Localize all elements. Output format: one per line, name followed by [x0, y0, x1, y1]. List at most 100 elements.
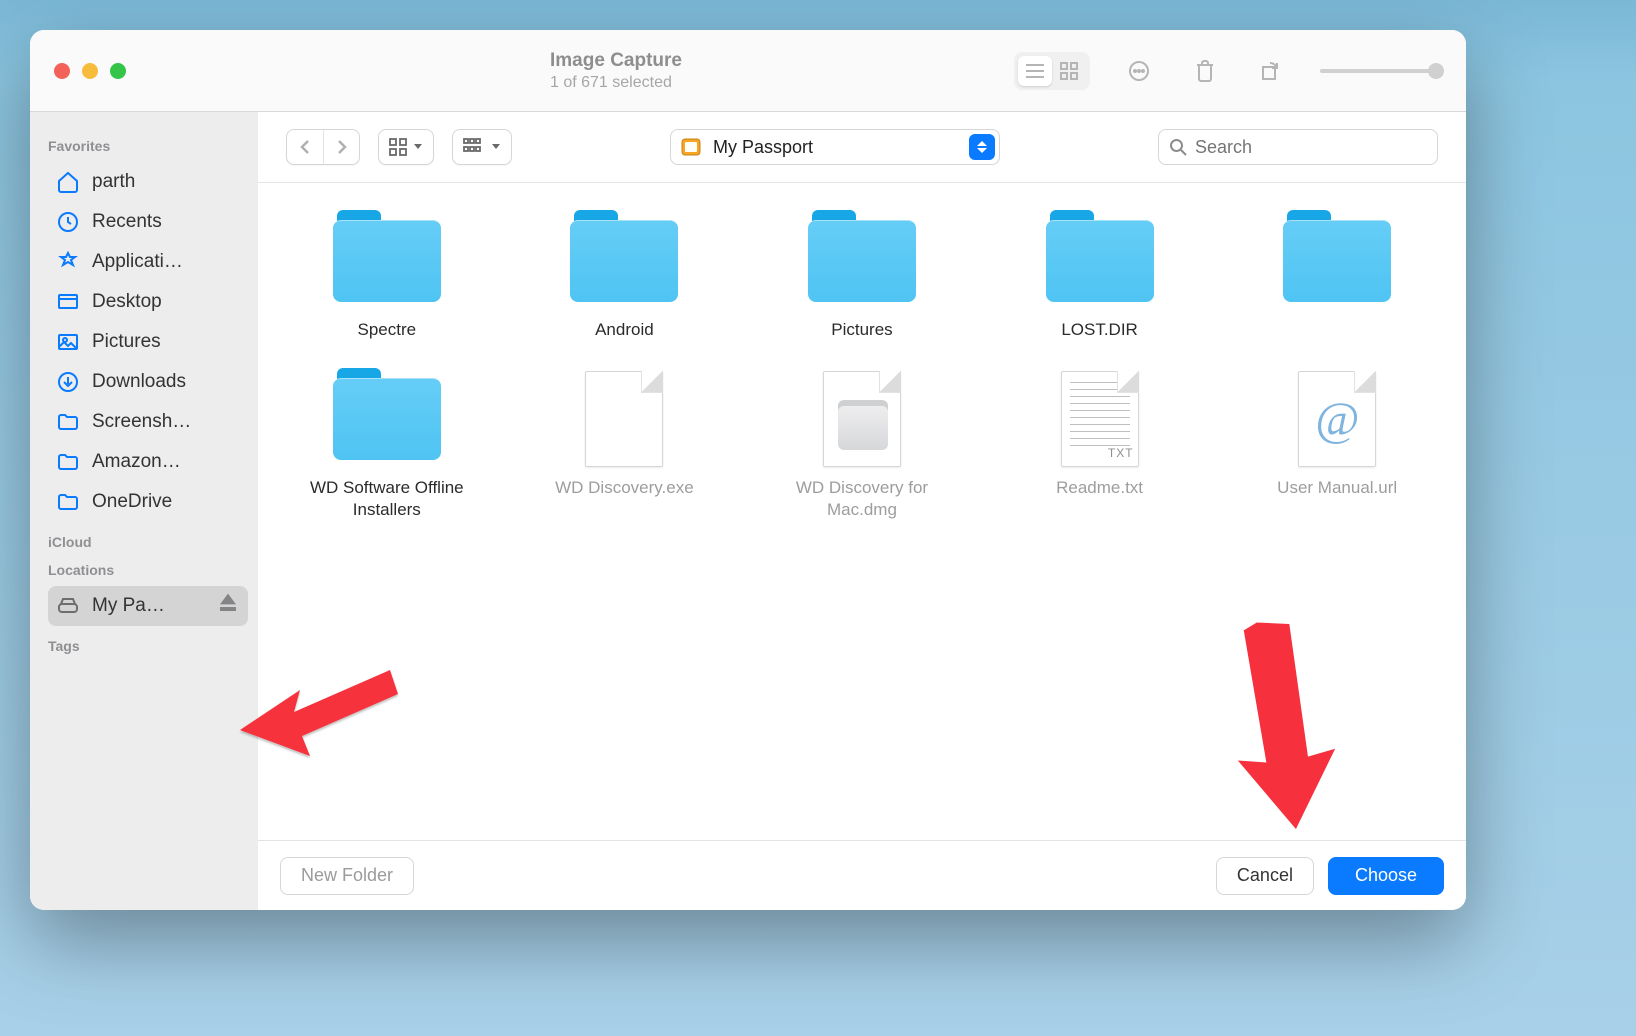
browser-toolbar: My Passport: [258, 112, 1466, 182]
file-item[interactable]: WD Discovery.exe: [536, 375, 714, 521]
choose-button[interactable]: Choose: [1328, 857, 1444, 895]
sidebar-item-label: OneDrive: [92, 491, 240, 513]
minimize-window-button[interactable]: [82, 63, 98, 79]
folder-icon: [333, 220, 441, 302]
popup-chevrons-icon: [969, 134, 995, 160]
sidebar-item-label: Screensh…: [92, 411, 240, 433]
folder-icon: [333, 378, 441, 460]
grid-view-icon[interactable]: [1052, 56, 1086, 86]
sidebar-item-downloads[interactable]: Downloads: [48, 362, 248, 402]
sidebar-item-label: Downloads: [92, 371, 240, 393]
file-item[interactable]: WD Discovery for Mac.dmg: [773, 375, 951, 521]
dialog-footer: New Folder Cancel Choose: [258, 840, 1466, 910]
sidebar-item-screenshots[interactable]: Screensh…: [48, 402, 248, 442]
sidebar-item-pictures[interactable]: Pictures: [48, 322, 248, 362]
external-drive-icon: [56, 594, 80, 618]
folder-icon: [56, 490, 80, 514]
folder-icon: [56, 410, 80, 434]
back-button[interactable]: [287, 130, 323, 164]
background-toolbar: [1014, 30, 1440, 111]
item-label: WD Discovery.exe: [555, 477, 694, 499]
folder-icon: [570, 220, 678, 302]
browser-content: My Passport Spectre: [258, 112, 1466, 910]
file-item[interactable]: @ User Manual.url: [1248, 375, 1426, 521]
folder-icon: [56, 450, 80, 474]
list-view-icon[interactable]: [1018, 56, 1052, 86]
sidebar-item-label: parth: [92, 171, 240, 193]
selection-status: 1 of 671 selected: [550, 74, 682, 92]
folder-item[interactable]: [1248, 217, 1426, 341]
nav-segment: [286, 129, 360, 165]
item-label: Spectre: [358, 319, 417, 341]
sidebar-heading-icloud: iCloud: [48, 534, 248, 550]
search-input[interactable]: [1195, 137, 1427, 158]
downloads-icon: [56, 370, 80, 394]
close-window-button[interactable]: [54, 63, 70, 79]
eject-icon[interactable]: [216, 591, 240, 621]
sidebar-item-label: Amazon…: [92, 451, 240, 473]
pictures-icon: [56, 330, 80, 354]
sidebar: Favorites parth Recents Applicati… Deskt…: [30, 112, 258, 910]
item-label: User Manual.url: [1277, 477, 1397, 499]
folder-item[interactable]: Spectre: [298, 217, 476, 341]
sidebar-heading-favorites: Favorites: [48, 138, 248, 154]
chevron-down-icon: [491, 143, 501, 151]
folder-icon: [808, 220, 916, 302]
item-label: WD Software Offline Installers: [298, 477, 476, 521]
search-icon: [1169, 138, 1187, 156]
titlebar: Image Capture 1 of 671 selected: [30, 30, 1466, 112]
sidebar-heading-tags: Tags: [48, 638, 248, 654]
folder-item[interactable]: LOST.DIR: [1011, 217, 1189, 341]
folder-icon: [1046, 220, 1154, 302]
zoom-slider[interactable]: [1320, 69, 1440, 73]
item-label: LOST.DIR: [1061, 319, 1138, 341]
item-label: Readme.txt: [1056, 477, 1143, 499]
sidebar-item-onedrive[interactable]: OneDrive: [48, 482, 248, 522]
zoom-window-button[interactable]: [110, 63, 126, 79]
cancel-button[interactable]: Cancel: [1216, 857, 1314, 895]
location-name: My Passport: [713, 137, 813, 158]
folder-item[interactable]: Pictures: [773, 217, 951, 341]
item-label: Pictures: [831, 319, 892, 341]
file-grid[interactable]: Spectre Android Pictures LOST.DIR: [258, 183, 1466, 840]
app-title: Image Capture: [550, 50, 682, 72]
sidebar-item-label: Recents: [92, 211, 240, 233]
window-controls: [54, 63, 126, 79]
panel-body: Favorites parth Recents Applicati… Deskt…: [30, 112, 1466, 910]
group-icon: [463, 138, 485, 156]
group-menu[interactable]: [452, 129, 512, 165]
title-block: Image Capture 1 of 671 selected: [550, 50, 682, 92]
more-options-icon[interactable]: [1122, 56, 1156, 86]
location-popup[interactable]: My Passport: [670, 129, 1000, 165]
rotate-icon[interactable]: [1254, 56, 1288, 86]
external-disk-icon: [679, 135, 703, 159]
home-icon: [56, 170, 80, 194]
icon-view-menu[interactable]: [378, 129, 434, 165]
sidebar-item-home[interactable]: parth: [48, 162, 248, 202]
txt-file-icon: [1061, 371, 1139, 467]
delete-icon[interactable]: [1188, 56, 1222, 86]
sidebar-item-label: Applicati…: [92, 251, 240, 273]
sidebar-item-label: My Pa…: [92, 595, 204, 617]
file-item[interactable]: Readme.txt: [1011, 375, 1189, 521]
applications-icon: [56, 250, 80, 274]
new-folder-button[interactable]: New Folder: [280, 857, 414, 895]
folder-icon: [1283, 220, 1391, 302]
sidebar-item-desktop[interactable]: Desktop: [48, 282, 248, 322]
sidebar-item-my-passport[interactable]: My Pa…: [48, 586, 248, 626]
search-field[interactable]: [1158, 129, 1438, 165]
forward-button[interactable]: [323, 130, 359, 164]
clock-icon: [56, 210, 80, 234]
open-panel-window: Image Capture 1 of 671 selected: [30, 30, 1466, 910]
sidebar-item-amazon[interactable]: Amazon…: [48, 442, 248, 482]
sidebar-item-label: Pictures: [92, 331, 240, 353]
sidebar-item-applications[interactable]: Applicati…: [48, 242, 248, 282]
url-file-icon: @: [1298, 371, 1376, 467]
sidebar-item-recents[interactable]: Recents: [48, 202, 248, 242]
item-label: Android: [595, 319, 654, 341]
dmg-file-icon: [823, 371, 901, 467]
chevron-down-icon: [413, 143, 423, 151]
folder-item[interactable]: WD Software Offline Installers: [298, 375, 476, 521]
folder-item[interactable]: Android: [536, 217, 714, 341]
file-icon: [585, 371, 663, 467]
